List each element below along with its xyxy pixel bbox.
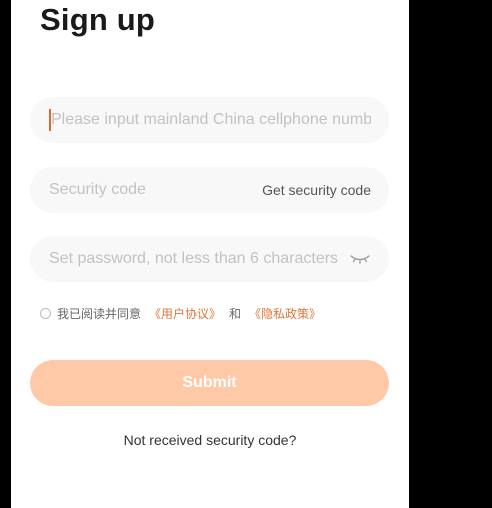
- phone-field-container[interactable]: [30, 97, 389, 143]
- agreement-row: 我已阅读并同意 《用户协议》 和 《隐私政策》: [40, 305, 321, 322]
- phone-input[interactable]: [51, 108, 371, 132]
- agreement-conjunction: 和: [229, 307, 242, 321]
- page-title: Sign up: [40, 2, 156, 37]
- device-frame: Sign up Get security code 我已阅读并同意: [0, 0, 492, 508]
- agreement-radio[interactable]: [40, 308, 51, 319]
- signup-screen: Sign up Get security code 我已阅读并同意: [11, 0, 409, 508]
- eye-closed-icon[interactable]: [349, 252, 371, 266]
- agreement-prefix-text: 我已阅读并同意: [57, 307, 142, 321]
- get-security-code-button[interactable]: Get security code: [262, 182, 371, 198]
- security-code-field-container[interactable]: Get security code: [30, 167, 389, 213]
- eye-closed-icon-svg: [350, 255, 370, 264]
- resend-code-link[interactable]: Not received security code?: [11, 432, 409, 448]
- submit-button[interactable]: Submit: [30, 360, 389, 406]
- security-code-input[interactable]: [49, 178, 255, 202]
- password-field-container[interactable]: [30, 236, 389, 282]
- user-agreement-link[interactable]: 《用户协议》: [149, 305, 221, 322]
- privacy-policy-link[interactable]: 《隐私政策》: [249, 305, 321, 322]
- password-input[interactable]: [49, 247, 339, 271]
